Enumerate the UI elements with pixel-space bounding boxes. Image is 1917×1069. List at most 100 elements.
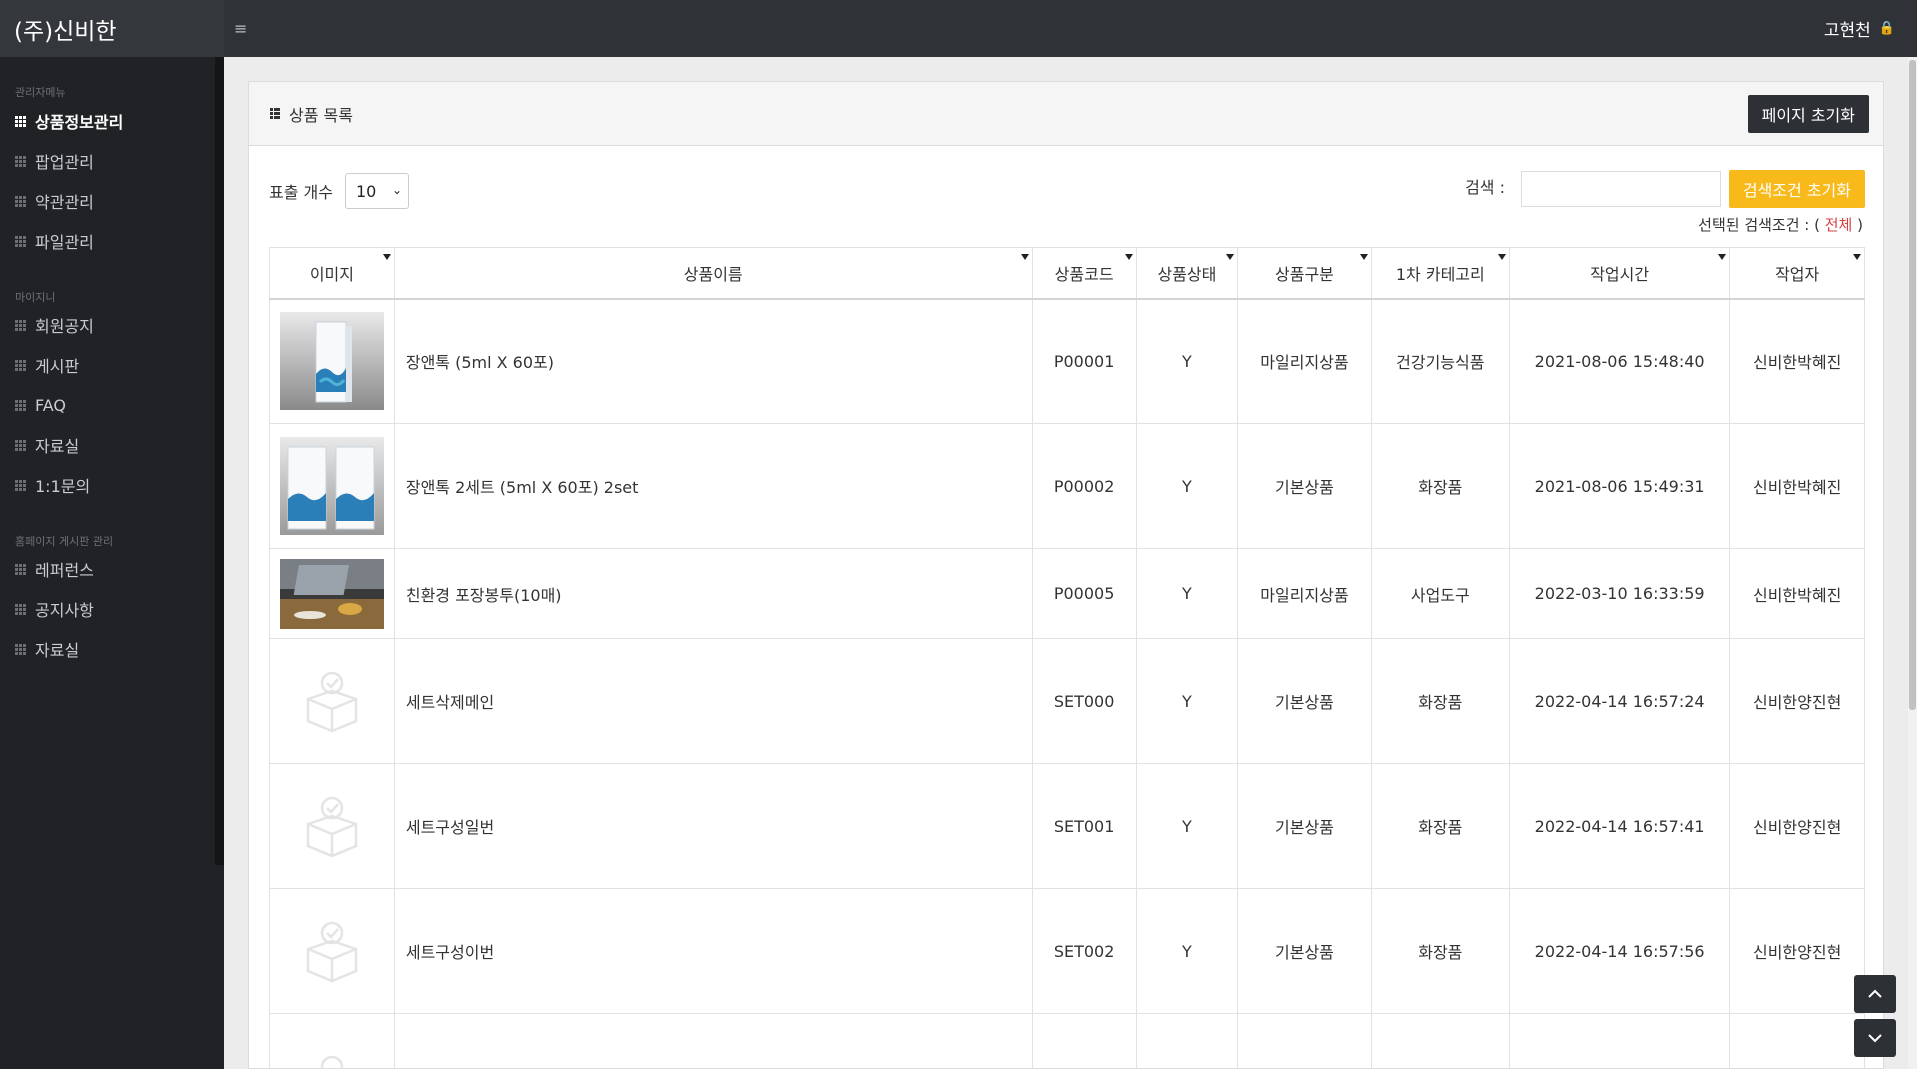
product-box-image[interactable] <box>279 437 384 535</box>
product-type: 마일리지상품 <box>1237 298 1372 424</box>
display-count-select[interactable]: 10 ⌄ <box>345 173 409 209</box>
table-row[interactable]: 세트구성일번 SET001 Y 기본상품 화장품 2022-04-14 16:5… <box>269 763 1865 889</box>
brand-logo[interactable]: (주)신비한 <box>0 0 224 57</box>
sidebar-item-label: 자료실 <box>35 437 80 456</box>
product-code: SET001 <box>1031 763 1137 889</box>
sidebar-item-notice[interactable]: 공지사항 <box>0 589 224 629</box>
sort-icon[interactable] <box>382 254 391 260</box>
main-scrollbar[interactable] <box>1908 57 1917 1069</box>
box-placeholder-icon[interactable] <box>302 669 362 733</box>
desk-photo-image[interactable] <box>279 558 384 629</box>
grid-icon <box>15 399 26 411</box>
sidebar-item-label: 게시판 <box>35 357 80 376</box>
sidebar-item-label: 자료실 <box>35 641 80 660</box>
column-header-worker[interactable]: 작업자 <box>1729 247 1865 300</box>
table-row[interactable]: 세트구성이번 SET002 Y 기본상품 화장품 2022-04-14 16:5… <box>269 888 1865 1014</box>
product-time <box>1508 1013 1731 1069</box>
sidebar-item-files[interactable]: 파일관리 <box>0 221 224 261</box>
sidebar-item-product-info[interactable]: 상품정보관리 <box>0 101 224 141</box>
sidebar-item-terms[interactable]: 약관관리 <box>0 181 224 221</box>
table-row[interactable]: 친환경 포장봉투(10매) P00005 Y 마일리지상품 사업도구 2022-… <box>269 548 1865 639</box>
sort-icon[interactable] <box>1020 254 1029 260</box>
sort-icon[interactable] <box>1718 254 1727 260</box>
product-image-cell <box>269 548 395 639</box>
user-menu[interactable]: 고현천 🔒 <box>1824 0 1895 57</box>
product-category: 화장품 <box>1370 638 1510 764</box>
column-header-time[interactable]: 작업시간 <box>1508 247 1731 300</box>
sidebar-item-label: 공지사항 <box>35 601 94 620</box>
box-placeholder-icon[interactable] <box>302 794 362 858</box>
sort-icon[interactable] <box>1359 254 1368 260</box>
product-worker <box>1729 1013 1865 1069</box>
product-table: 이미지 상품이름 상품코드 상품상태 상품구분 1차 카테고리 작업시간 작업자 <box>269 247 1865 1069</box>
product-time: 2021-08-06 15:48:40 <box>1508 298 1731 424</box>
sort-icon[interactable] <box>1226 254 1235 260</box>
scrollbar-thumb[interactable] <box>1909 60 1916 710</box>
main-content: 상품 목록 페이지 초기화 표출 개수 10 ⌄ 검색 : 검색조건 초기화 선… <box>224 57 1908 1069</box>
product-type: 마일리지상품 <box>1237 548 1372 639</box>
top-bar: (주)신비한 ≡ 고현천 🔒 <box>0 0 1917 57</box>
reset-search-button[interactable]: 검색조건 초기화 <box>1728 170 1865 208</box>
selected-conditions-label: 선택된 검색조건 : ( <box>1698 216 1820 234</box>
product-code: SET002 <box>1031 888 1137 1014</box>
product-code: P00005 <box>1031 548 1137 639</box>
sidebar-item-archive[interactable]: 자료실 <box>0 425 224 465</box>
sidebar-item-homepage-archive[interactable]: 자료실 <box>0 629 224 669</box>
product-category: 사업도구 <box>1370 548 1510 639</box>
product-name[interactable]: 장앤톡 2세트 (5ml X 60포) 2set <box>393 423 1033 549</box>
product-name[interactable]: 세트구성일번 <box>393 763 1033 889</box>
product-name[interactable]: 장앤톡 (5ml X 60포) <box>393 298 1033 424</box>
sort-icon[interactable] <box>1497 254 1506 260</box>
product-code: SET000 <box>1031 638 1137 764</box>
column-header-image[interactable]: 이미지 <box>269 247 395 300</box>
sidebar-item-label: 파일관리 <box>35 233 94 252</box>
sidebar-item-member-notice[interactable]: 회원공지 <box>0 305 224 345</box>
column-header-category[interactable]: 1차 카테고리 <box>1370 247 1510 300</box>
scroll-bottom-button[interactable] <box>1854 1019 1896 1057</box>
sidebar-item-faq[interactable]: FAQ <box>0 385 224 425</box>
table-row[interactable]: 장앤톡 2세트 (5ml X 60포) 2set P00002 Y 기본상품 화… <box>269 423 1865 549</box>
sidebar-item-popup[interactable]: 팝업관리 <box>0 141 224 181</box>
sort-icon[interactable] <box>1853 254 1861 260</box>
search-input[interactable] <box>1521 171 1721 207</box>
product-category: 건강기능식품 <box>1370 298 1510 424</box>
product-type <box>1237 1013 1372 1069</box>
product-status: Y <box>1135 888 1239 1014</box>
product-category: 화장품 <box>1370 423 1510 549</box>
product-image-cell <box>269 763 395 889</box>
product-category: 화장품 <box>1370 888 1510 1014</box>
product-name[interactable] <box>393 1013 1033 1069</box>
selected-conditions: 선택된 검색조건 : ( 전체 ) <box>1698 214 1863 235</box>
product-box-image[interactable] <box>279 312 384 411</box>
product-status <box>1135 1013 1239 1069</box>
sort-icon[interactable] <box>1124 254 1133 260</box>
column-header-code[interactable]: 상품코드 <box>1031 247 1137 300</box>
lock-icon[interactable]: 🔒 <box>1879 21 1895 36</box>
table-row[interactable]: 장앤톡 (5ml X 60포) P00001 Y 마일리지상품 건강기능식품 2… <box>269 298 1865 424</box>
sidebar-item-inquiry[interactable]: 1:1문의 <box>0 465 224 505</box>
sidebar-section-title: 홈페이지 게시판 관리 <box>15 535 114 548</box>
box-placeholder-icon[interactable] <box>302 919 362 983</box>
scroll-top-button[interactable] <box>1854 975 1896 1013</box>
table-row[interactable]: 세트삭제메인 SET000 Y 기본상품 화장품 2022-04-14 16:5… <box>269 638 1865 764</box>
product-status: Y <box>1135 763 1239 889</box>
column-header-status[interactable]: 상품상태 <box>1135 247 1239 300</box>
display-count-value: 10 <box>356 181 377 201</box>
column-header-type[interactable]: 상품구분 <box>1237 247 1372 300</box>
product-name[interactable]: 세트구성이번 <box>393 888 1033 1014</box>
column-header-name[interactable]: 상품이름 <box>393 247 1033 300</box>
sidebar-scrollbar[interactable] <box>215 57 224 865</box>
sidebar-item-reference[interactable]: 레퍼런스 <box>0 549 224 589</box>
sidebar-item-label: 레퍼런스 <box>35 561 94 580</box>
hamburger-menu-icon[interactable]: ≡ <box>234 19 247 38</box>
reset-page-button[interactable]: 페이지 초기화 <box>1747 95 1869 133</box>
selected-conditions-value[interactable]: 전체 <box>1825 216 1853 234</box>
display-count-label: 표출 개수 <box>269 183 333 202</box>
box-placeholder-icon[interactable] <box>302 1043 362 1069</box>
panel-title: 상품 목록 <box>289 105 353 125</box>
grid-icon <box>15 235 26 247</box>
product-name[interactable]: 친환경 포장봉투(10매) <box>393 548 1033 639</box>
sidebar-item-board[interactable]: 게시판 <box>0 345 224 385</box>
product-name[interactable]: 세트삭제메인 <box>393 638 1033 764</box>
table-row[interactable] <box>269 1013 1865 1069</box>
